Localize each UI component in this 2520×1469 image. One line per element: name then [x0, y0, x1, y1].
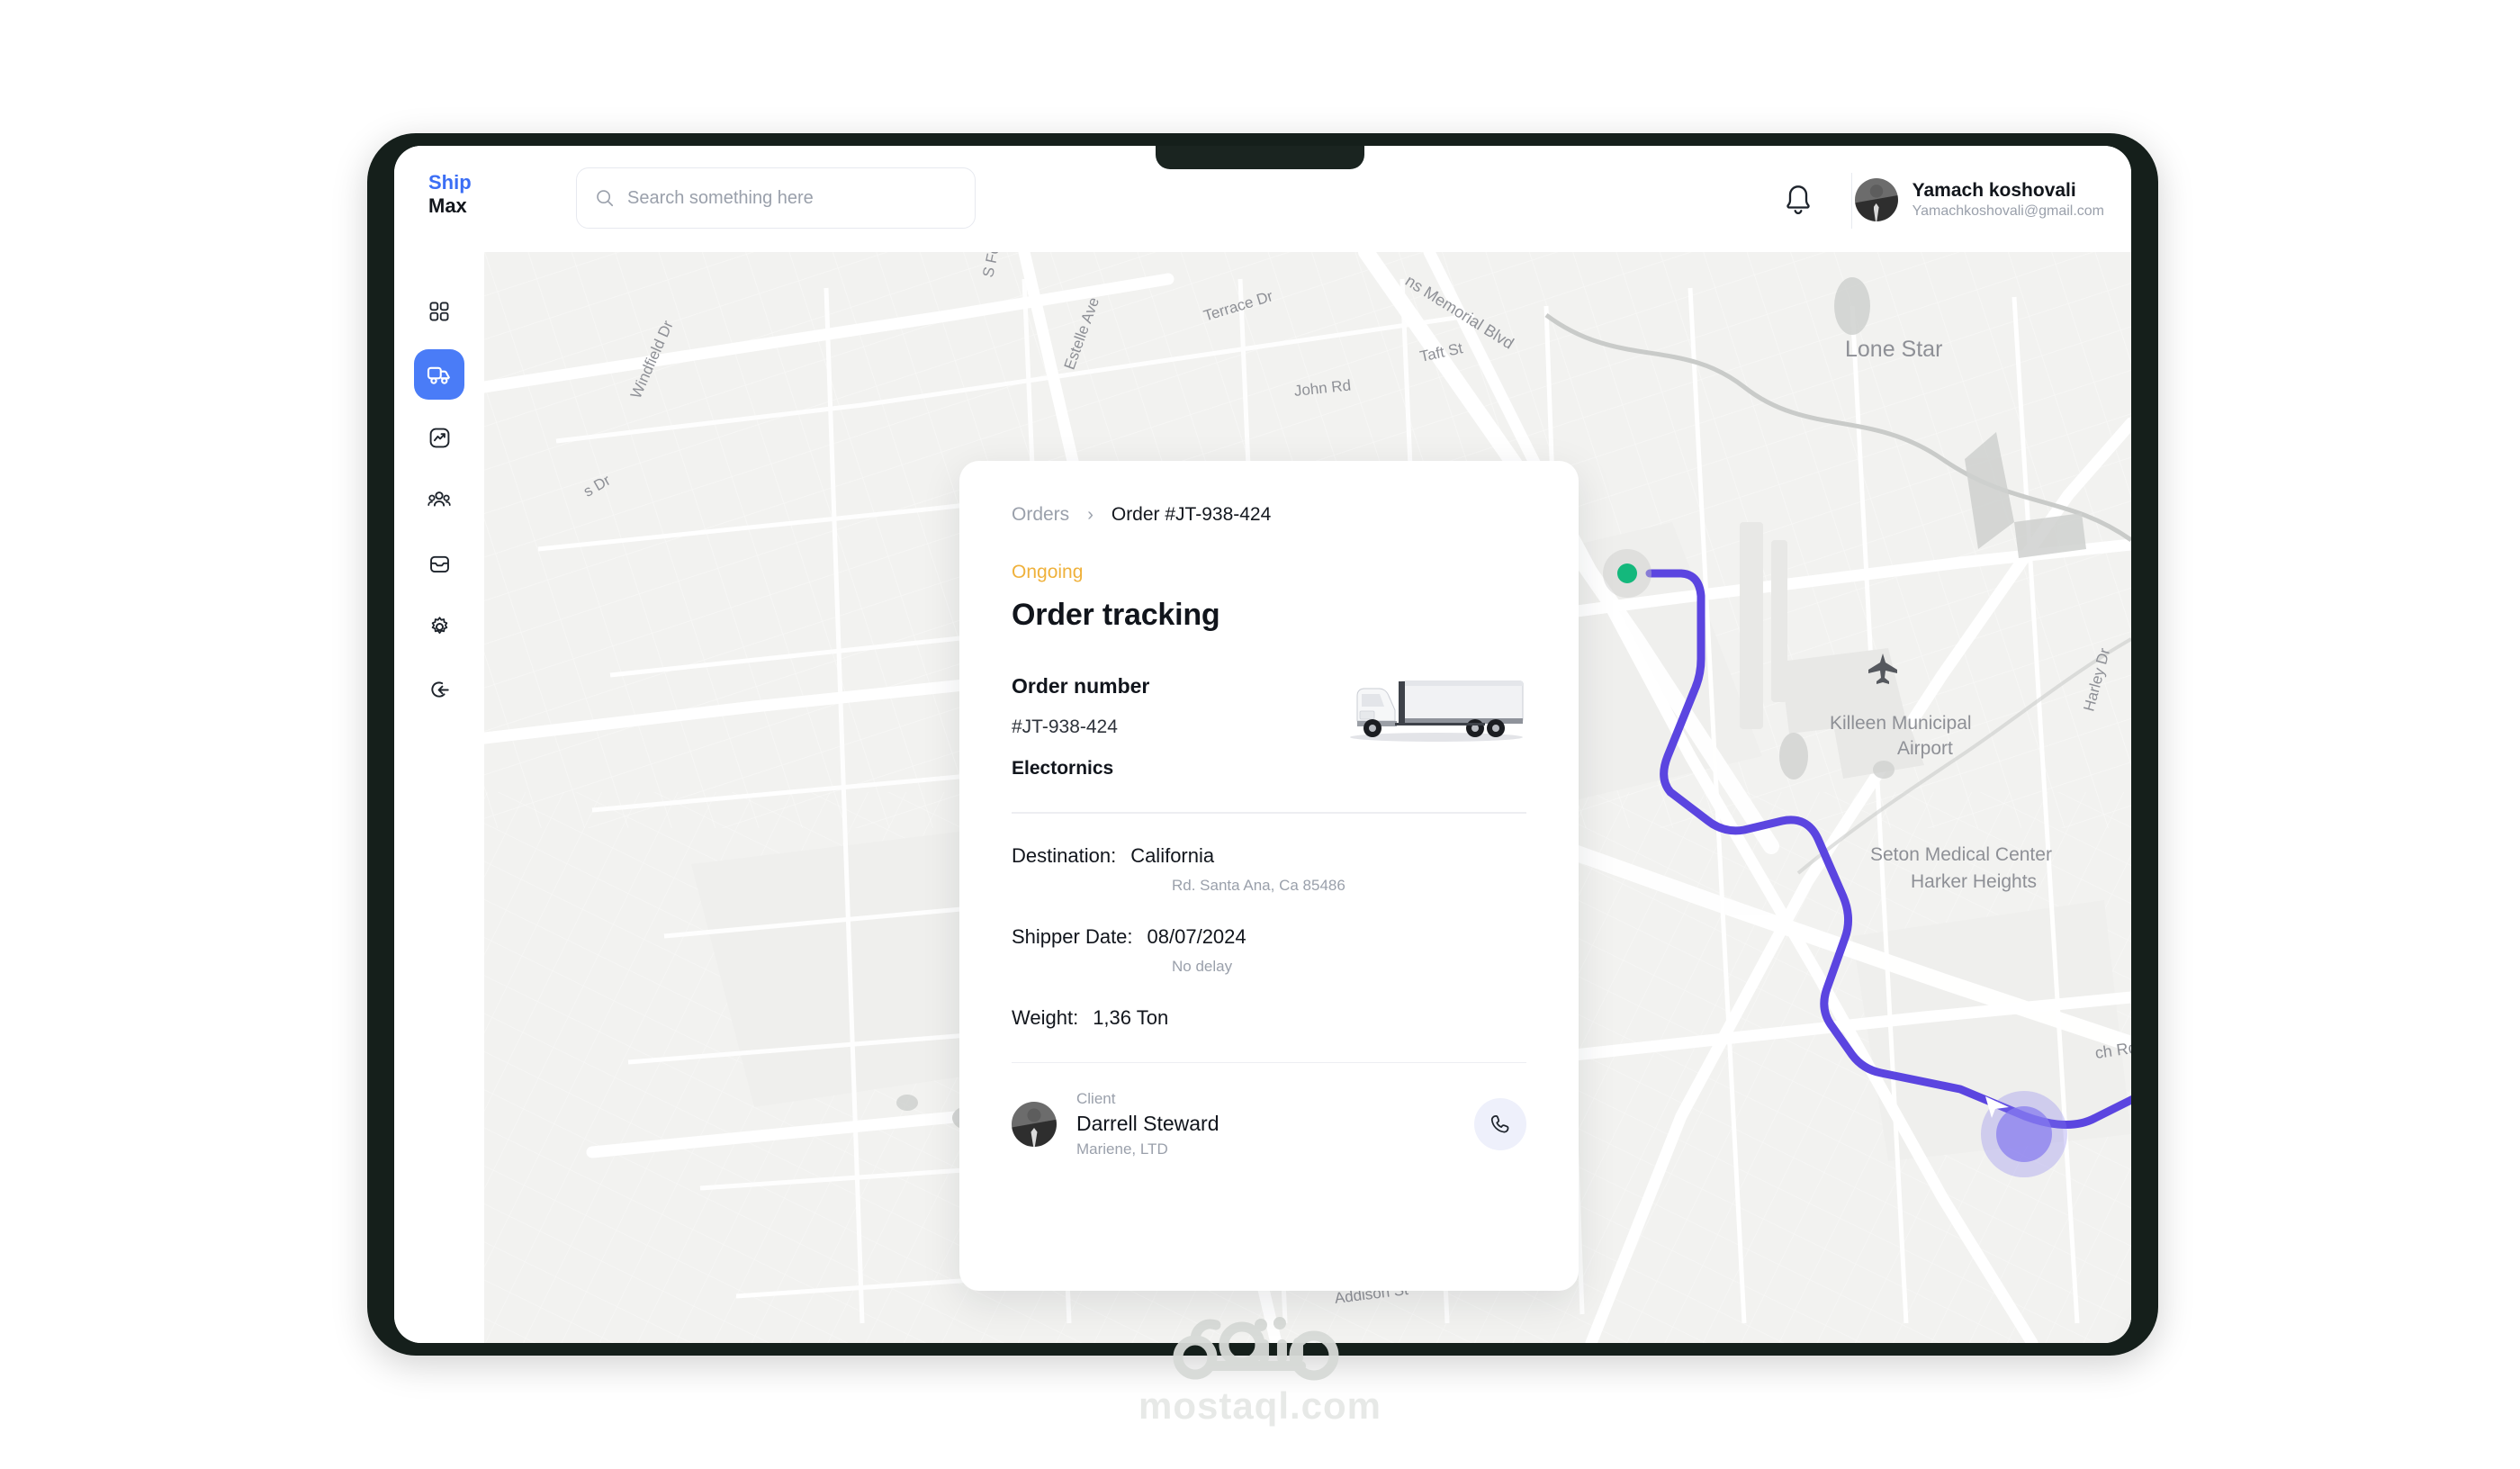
vehicle-marker[interactable] [1981, 1091, 2067, 1177]
app-logo[interactable]: Ship Max [428, 171, 527, 218]
truck-icon [427, 366, 450, 384]
watermark-domain: mostaql.com [1138, 1384, 1382, 1427]
detail-shipper-date: Shipper Date: 08/07/2024 No delay [1012, 925, 1526, 976]
detail-key: Destination: [1012, 843, 1117, 867]
search-icon [597, 190, 614, 207]
logout-icon [430, 680, 449, 698]
client-name: Darrell Steward [1076, 1112, 1220, 1135]
divider-2 [1012, 1061, 1526, 1063]
detail-value: 08/07/2024 [1147, 924, 1246, 948]
client-avatar [1012, 1102, 1057, 1147]
client-row: Client Darrell Steward Mariene, LTD [1012, 1090, 1526, 1158]
call-client-button[interactable] [1474, 1098, 1526, 1150]
order-number-block: Order number #JT-938-424 Electornics [1012, 674, 1526, 780]
detail-destination: Destination: California Rd. Santa Ana, C… [1012, 844, 1526, 895]
sidebar-item-settings[interactable] [414, 601, 464, 652]
status-badge: Ongoing [1012, 562, 1084, 582]
phone-icon [1490, 1115, 1509, 1133]
mostaql-watermark: mostaql.com [1138, 1316, 1382, 1428]
profile-name: Yamach koshovali [1912, 179, 2076, 201]
sidebar-item-shipments[interactable] [414, 349, 464, 400]
sidebar-item-customers[interactable] [414, 475, 464, 526]
tablet-screen: Windfield Dr s Dr Estelle Ave Terrace Dr ns … [394, 146, 2131, 1343]
sidebar-nav [394, 252, 484, 1343]
sidebar-item-analytics[interactable] [414, 412, 464, 463]
brand-line-1: Ship [428, 171, 472, 194]
origin-marker[interactable] [1603, 549, 1652, 598]
profile-email: Yamachkoshovali@gmail.com [1912, 203, 2104, 220]
detail-weight: Weight: 1,36 Ton [1012, 1006, 1526, 1030]
avatar [1854, 178, 1898, 221]
brand-line-2: Max [428, 194, 467, 217]
breadcrumb-orders-link[interactable]: Orders [1012, 504, 1069, 526]
inbox-icon [429, 555, 449, 572]
page-title: Order tracking [1012, 598, 1220, 632]
breadcrumb: Orders › Order #JT-938-424 [1012, 504, 1526, 526]
breadcrumb-current: Order #JT-938-424 [1111, 504, 1272, 525]
detail-key: Weight: [1012, 1005, 1079, 1029]
client-company: Mariene, LTD [1076, 1140, 1168, 1158]
truck-photo [1350, 680, 1524, 742]
header-divider [1850, 173, 1852, 229]
vehicle-marker-halo [1985, 1096, 2052, 1162]
sidebar-item-logout[interactable] [414, 664, 464, 715]
divider-1 [1012, 812, 1526, 814]
search-input[interactable] [627, 187, 957, 209]
tablet-camera-notch [1156, 146, 1364, 169]
users-icon [428, 491, 451, 507]
order-category: Electornics [1012, 758, 1114, 779]
notification-bell-icon[interactable] [1780, 182, 1816, 218]
chevron-right-icon: › [1087, 504, 1094, 525]
detail-key: Shipper Date: [1012, 924, 1133, 948]
search-bar[interactable] [576, 167, 976, 229]
detail-value: 1,36 Ton [1093, 1005, 1169, 1029]
grid-icon [429, 302, 449, 321]
sidebar-item-dashboard[interactable] [414, 286, 464, 337]
client-label: Client [1076, 1090, 1116, 1107]
order-tracking-card: Orders › Order #JT-938-424 Ongoing Order… [959, 461, 1579, 1291]
detail-sub: No delay [1172, 957, 1233, 975]
sidebar-item-inbox[interactable] [414, 538, 464, 589]
origin-dot-inner [1617, 563, 1637, 583]
mostaql-logo-icon [1173, 1317, 1339, 1381]
detail-value: California [1130, 843, 1215, 867]
user-profile[interactable]: Yamach koshovali Yamachkoshovali@gmail.c… [1854, 169, 2104, 230]
chart-icon [429, 428, 449, 447]
detail-sub: Rd. Santa Ana, Ca 85486 [1172, 876, 1346, 894]
gear-icon [431, 616, 447, 634]
vehicle-arrow-icon [1985, 1096, 2009, 1118]
